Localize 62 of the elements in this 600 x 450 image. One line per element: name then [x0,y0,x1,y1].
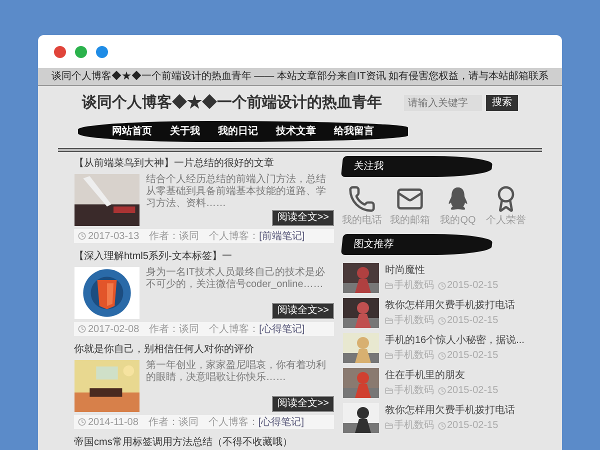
article-excerpt: 身为一名IT技术人员最终自己的技术是必不可少的，关注微信号coder_online…… [146,267,326,291]
recommend-category: 手机数码 [394,384,434,398]
recommend-date: 2015-02-15 [447,279,498,293]
top-banner: 谈同个人博客◆★◆一个前端设计的热血青年 —— 本站文章部分来自IT资讯 如有侵害您权益，请与本站邮箱联系 [38,68,562,86]
blog-label: 个人博客： [209,322,260,336]
article-author: 作者：谈同 [149,322,200,336]
recommend-title[interactable]: 教你怎样用欠费手机拨打电话 [385,403,515,418]
recommend-date: 2015-02-15 [447,314,498,328]
clock-icon [438,352,446,360]
article-excerpt: 第一年创业，家家盈尼唱哀，你有着功利的眼睛，决意唱歌让你快乐…… [146,360,327,384]
nav-link[interactable]: 关于我 [170,124,200,139]
recommend-date: 2015-02-15 [447,384,498,398]
search-button[interactable]: 搜索 [486,95,518,112]
search-field[interactable]: 请输入关键字 [404,95,482,112]
article-title[interactable]: 帝国cms常用标签调用方法总结（不得不收藏哦） [74,435,334,450]
article-title[interactable]: 你就是你自己，别相信任何人对你的评价 [74,342,334,357]
site-title: 谈同个人博客◆★◆一个前端设计的热血青年 [82,93,382,113]
clock-icon [78,418,86,426]
folder-icon [385,352,393,360]
nav-link[interactable]: 给我留言 [334,124,374,139]
clock-icon [78,232,86,240]
recommend-category: 手机数码 [394,418,434,433]
nav-link[interactable]: 网站首页 [112,124,152,139]
recommend-date: 2015-02-15 [447,419,498,433]
clock-icon [78,325,86,333]
phone-icon[interactable] [348,185,376,213]
article-date: 2017-02-08 [88,322,140,336]
article-excerpt: 结合个人经历总结的前端入门方法，总结从零基础到具备前端基本技能的道路、学习方法、资料…… [146,174,327,210]
read-more-button[interactable]: 阅读全文>> [272,210,334,226]
article-title[interactable]: 【深入理解html5系列-文本标签】一 [74,249,334,264]
nav-link[interactable]: 我的日记 [218,124,258,139]
folder-icon [385,282,393,290]
article-title[interactable]: 【从前端菜鸟到大神】一片总结的很好的文章 [74,156,334,171]
recommend-category: 手机数码 [394,278,434,293]
read-more-button[interactable]: 阅读全文>> [272,396,334,412]
recommend-title[interactable]: 手机的16个惊人小秘密，据说... [385,333,524,348]
nav-link[interactable]: 技术文章 [276,124,316,139]
blog-label: 个人博客： [209,230,260,244]
recommend-category: 手机数码 [394,314,434,328]
article-author: 作者：谈同 [149,230,200,244]
recommend-title[interactable]: 时尚魔性 [385,263,498,278]
recommend-title[interactable]: 住在手机里的朋友 [385,368,498,383]
recommend-date: 2015-02-15 [447,349,498,363]
section-heading: 图文推荐 [340,234,494,255]
article-date: 2014-11-08 [88,416,138,430]
blog-label: 个人博客： [208,416,258,430]
clock-icon [438,422,446,430]
article-date: 2017-03-13 [88,230,140,244]
read-more-button[interactable]: 阅读全文>> [272,303,334,319]
folder-icon [385,386,393,394]
clock-icon [438,282,446,290]
category-link[interactable]: [前端笔记] [259,228,305,244]
clock-icon [438,316,446,324]
recommend-title[interactable]: 教你怎样用欠费手机拨打电话 [385,298,515,313]
folder-icon [385,422,393,430]
article-author: 作者：谈同 [148,416,198,430]
recommend-category: 手机数码 [394,348,434,363]
section-heading: 关注我 [340,156,494,177]
category-link[interactable]: [心得笔记] [259,322,305,336]
category-link[interactable]: [心得笔记] [258,414,304,430]
folder-icon [385,316,393,324]
clock-icon [438,386,446,394]
